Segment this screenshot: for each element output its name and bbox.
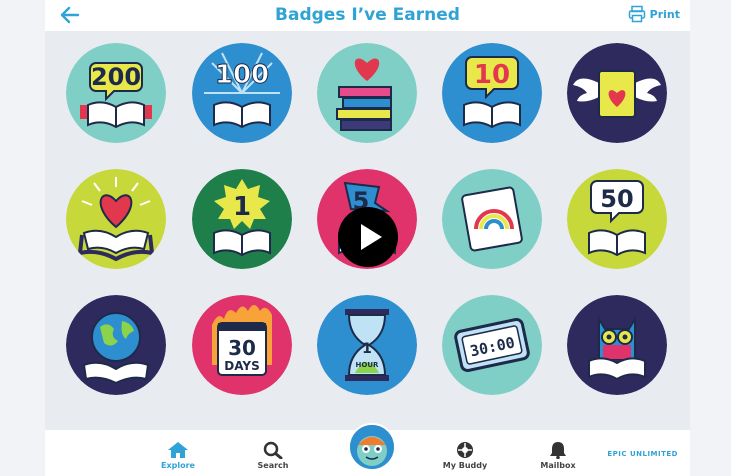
search-icon	[263, 441, 283, 459]
home-icon	[168, 442, 188, 458]
bell-icon	[550, 442, 566, 459]
badge-number: 30	[228, 336, 256, 360]
badge-number: 10	[474, 60, 510, 90]
badge-1-book[interactable]: 1	[192, 169, 292, 269]
badge-winged-book[interactable]	[567, 43, 667, 143]
nav-my-buddy-label: My Buddy	[442, 461, 488, 470]
epic-unlimited-link[interactable]: EPIC UNLIMITED	[607, 450, 678, 458]
badge-caption: HOUR	[356, 361, 379, 369]
badge-200-books[interactable]: 200	[66, 43, 166, 143]
badge-globe-book[interactable]	[66, 295, 166, 395]
printer-icon	[628, 5, 645, 23]
nav-explore[interactable]: Explore	[161, 430, 195, 476]
nav-mailbox-label: Mailbox	[540, 461, 576, 470]
nav-search-label: Search	[257, 461, 289, 470]
badge-10-books[interactable]: 10	[442, 43, 542, 143]
nav-explore-label: Explore	[161, 461, 195, 470]
badge-rainbow-notebook[interactable]	[442, 169, 542, 269]
top-bar: Badges I’ve Earned Print	[45, 0, 690, 31]
badge-50-books[interactable]: 50	[567, 169, 667, 269]
badge-number: 50	[600, 185, 633, 213]
badge-number: 200	[91, 63, 141, 91]
badge-caption: DAYS	[224, 359, 259, 373]
page-title: Badges I’ve Earned	[275, 5, 460, 25]
buddy-ball-icon	[457, 442, 473, 458]
video-play-button[interactable]	[338, 207, 398, 267]
print-label: Print	[649, 7, 680, 21]
buddy-avatar[interactable]	[348, 423, 396, 471]
badge-1-hour[interactable]: 1 HOUR	[317, 295, 417, 395]
badge-heart-book[interactable]	[66, 169, 166, 269]
nav-my-buddy[interactable]: My Buddy	[441, 430, 489, 476]
nav-search[interactable]: Search	[255, 430, 291, 476]
badge-number: 1	[362, 341, 372, 357]
badge-30-days[interactable]: 30 DAYS	[192, 295, 292, 395]
badge-owl-book[interactable]	[567, 295, 667, 395]
badge-number: 1	[233, 192, 251, 222]
app-window: Badges I’ve Earned Print 200 100 10 1 5 …	[45, 0, 690, 476]
badge-book-stack[interactable]	[317, 43, 417, 143]
play-icon	[361, 224, 382, 250]
badge-30-minutes[interactable]: 30:00	[442, 295, 542, 395]
print-button[interactable]: Print	[628, 5, 680, 23]
nav-mailbox[interactable]: Mailbox	[539, 430, 577, 476]
badge-100-books[interactable]: 100	[192, 43, 292, 143]
badge-number: 100	[215, 60, 269, 90]
